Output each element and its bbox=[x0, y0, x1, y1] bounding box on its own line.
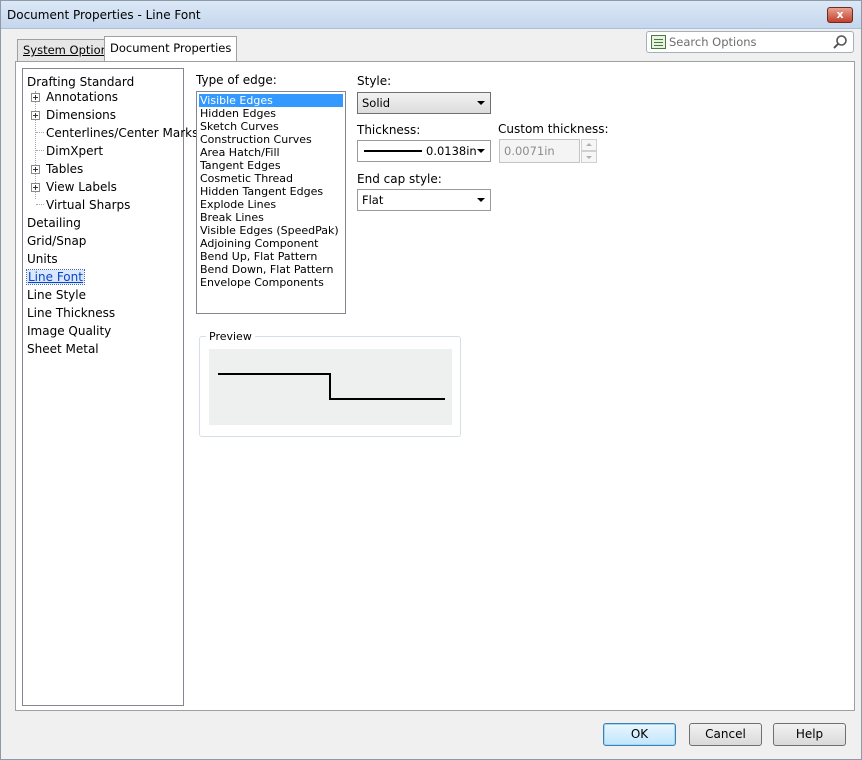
list-item[interactable]: Visible Edges bbox=[199, 94, 343, 107]
tree-item-tables[interactable]: Tables bbox=[46, 161, 83, 177]
ok-button[interactable]: OK bbox=[603, 723, 676, 746]
list-item[interactable]: Tangent Edges bbox=[199, 159, 343, 172]
preview-label: Preview bbox=[206, 330, 255, 343]
dialog-window: Document Properties - Line Font x System… bbox=[0, 0, 862, 760]
thickness-label: Thickness: bbox=[357, 123, 421, 137]
tree-item-detailing[interactable]: Detailing bbox=[27, 215, 81, 231]
list-item[interactable]: Explode Lines bbox=[199, 198, 343, 211]
list-item[interactable]: Bend Up, Flat Pattern bbox=[199, 250, 343, 263]
expand-view-labels-icon[interactable] bbox=[31, 183, 40, 192]
list-item[interactable]: Adjoining Component bbox=[199, 237, 343, 250]
type-of-edge-list[interactable]: Visible Edges Hidden Edges Sketch Curves… bbox=[196, 91, 346, 314]
end-cap-style-label: End cap style: bbox=[357, 172, 442, 186]
tree-item-sheet-metal[interactable]: Sheet Metal bbox=[27, 341, 99, 357]
tree-item-units[interactable]: Units bbox=[27, 251, 58, 267]
tree-item-view-labels[interactable]: View Labels bbox=[46, 179, 117, 195]
list-item[interactable]: Hidden Tangent Edges bbox=[199, 185, 343, 198]
tree-item-dimensions[interactable]: Dimensions bbox=[46, 107, 116, 123]
close-button[interactable]: x bbox=[827, 7, 853, 23]
list-item[interactable]: Cosmetic Thread bbox=[199, 172, 343, 185]
tree-branch bbox=[36, 132, 44, 133]
style-value: Solid bbox=[362, 96, 391, 110]
tree-item-line-font-label: Line Font bbox=[26, 269, 85, 285]
list-item[interactable]: Visible Edges (SpeedPak) bbox=[199, 224, 343, 237]
style-dropdown[interactable]: Solid bbox=[357, 92, 491, 114]
custom-thickness-spinner: 0.0071in bbox=[499, 139, 597, 163]
preview-group: Preview bbox=[199, 330, 461, 437]
spin-down-icon bbox=[581, 151, 597, 163]
search-input[interactable] bbox=[669, 34, 829, 50]
chevron-down-icon bbox=[477, 101, 485, 105]
type-of-edge-label: Type of edge: bbox=[196, 73, 277, 87]
line-preview bbox=[209, 349, 452, 425]
tree-item-annotations[interactable]: Annotations bbox=[46, 89, 118, 105]
tree-item-line-font[interactable]: Line Font bbox=[26, 269, 85, 285]
window-title: Document Properties - Line Font bbox=[7, 8, 201, 22]
title-bar: Document Properties - Line Font x bbox=[1, 1, 861, 29]
options-panel: Drafting Standard Annotations Dimensions… bbox=[15, 61, 855, 711]
tab-document-properties-label: Document Properties bbox=[110, 41, 232, 55]
end-cap-value: Flat bbox=[362, 193, 384, 207]
list-item[interactable]: Break Lines bbox=[199, 211, 343, 224]
options-tree: Drafting Standard Annotations Dimensions… bbox=[22, 68, 198, 706]
tab-system-options-mnemonic: System Options bbox=[23, 43, 114, 57]
line-preview-graphic bbox=[218, 373, 445, 400]
tab-document-properties[interactable]: Document Properties bbox=[104, 36, 238, 61]
expand-dimensions-icon[interactable] bbox=[31, 111, 40, 120]
search-options-icon bbox=[651, 35, 666, 49]
tree-item-dimxpert[interactable]: DimXpert bbox=[46, 143, 103, 159]
tree-item-grid-snap[interactable]: Grid/Snap bbox=[27, 233, 86, 249]
custom-thickness-label: Custom thickness: bbox=[498, 122, 609, 136]
search-options-box[interactable] bbox=[646, 31, 854, 53]
tree-item-centerlines-center-marks[interactable]: Centerlines/Center Marks bbox=[46, 125, 198, 141]
style-label: Style: bbox=[357, 74, 392, 88]
chevron-down-icon bbox=[477, 198, 485, 202]
tree-branch bbox=[36, 150, 44, 151]
end-cap-style-dropdown[interactable]: Flat bbox=[357, 189, 491, 211]
thickness-value: 0.0138in bbox=[426, 144, 477, 158]
help-button[interactable]: Help bbox=[773, 723, 846, 746]
tree-item-drafting-standard[interactable]: Drafting Standard bbox=[27, 74, 134, 90]
tree-item-line-style[interactable]: Line Style bbox=[27, 287, 86, 303]
tree-item-line-thickness[interactable]: Line Thickness bbox=[27, 305, 115, 321]
thickness-dropdown[interactable]: 0.0138in bbox=[357, 140, 491, 162]
list-item[interactable]: Area Hatch/Fill bbox=[199, 146, 343, 159]
tree-item-virtual-sharps[interactable]: Virtual Sharps bbox=[46, 197, 130, 213]
search-icon[interactable] bbox=[832, 34, 848, 50]
list-item[interactable]: Construction Curves bbox=[199, 133, 343, 146]
tree-item-image-quality[interactable]: Image Quality bbox=[27, 323, 111, 339]
expand-annotations-icon[interactable] bbox=[31, 93, 40, 102]
cancel-button[interactable]: Cancel bbox=[689, 723, 762, 746]
list-item[interactable]: Hidden Edges bbox=[199, 107, 343, 120]
list-item[interactable]: Bend Down, Flat Pattern bbox=[199, 263, 343, 276]
custom-thickness-input: 0.0071in bbox=[499, 139, 580, 163]
spin-up-icon bbox=[581, 139, 597, 151]
chevron-down-icon bbox=[477, 149, 485, 153]
list-item[interactable]: Envelope Components bbox=[199, 276, 343, 289]
line-thickness-sample bbox=[364, 150, 422, 152]
list-item[interactable]: Sketch Curves bbox=[199, 120, 343, 133]
tree-branch bbox=[36, 204, 44, 205]
expand-tables-icon[interactable] bbox=[31, 165, 40, 174]
